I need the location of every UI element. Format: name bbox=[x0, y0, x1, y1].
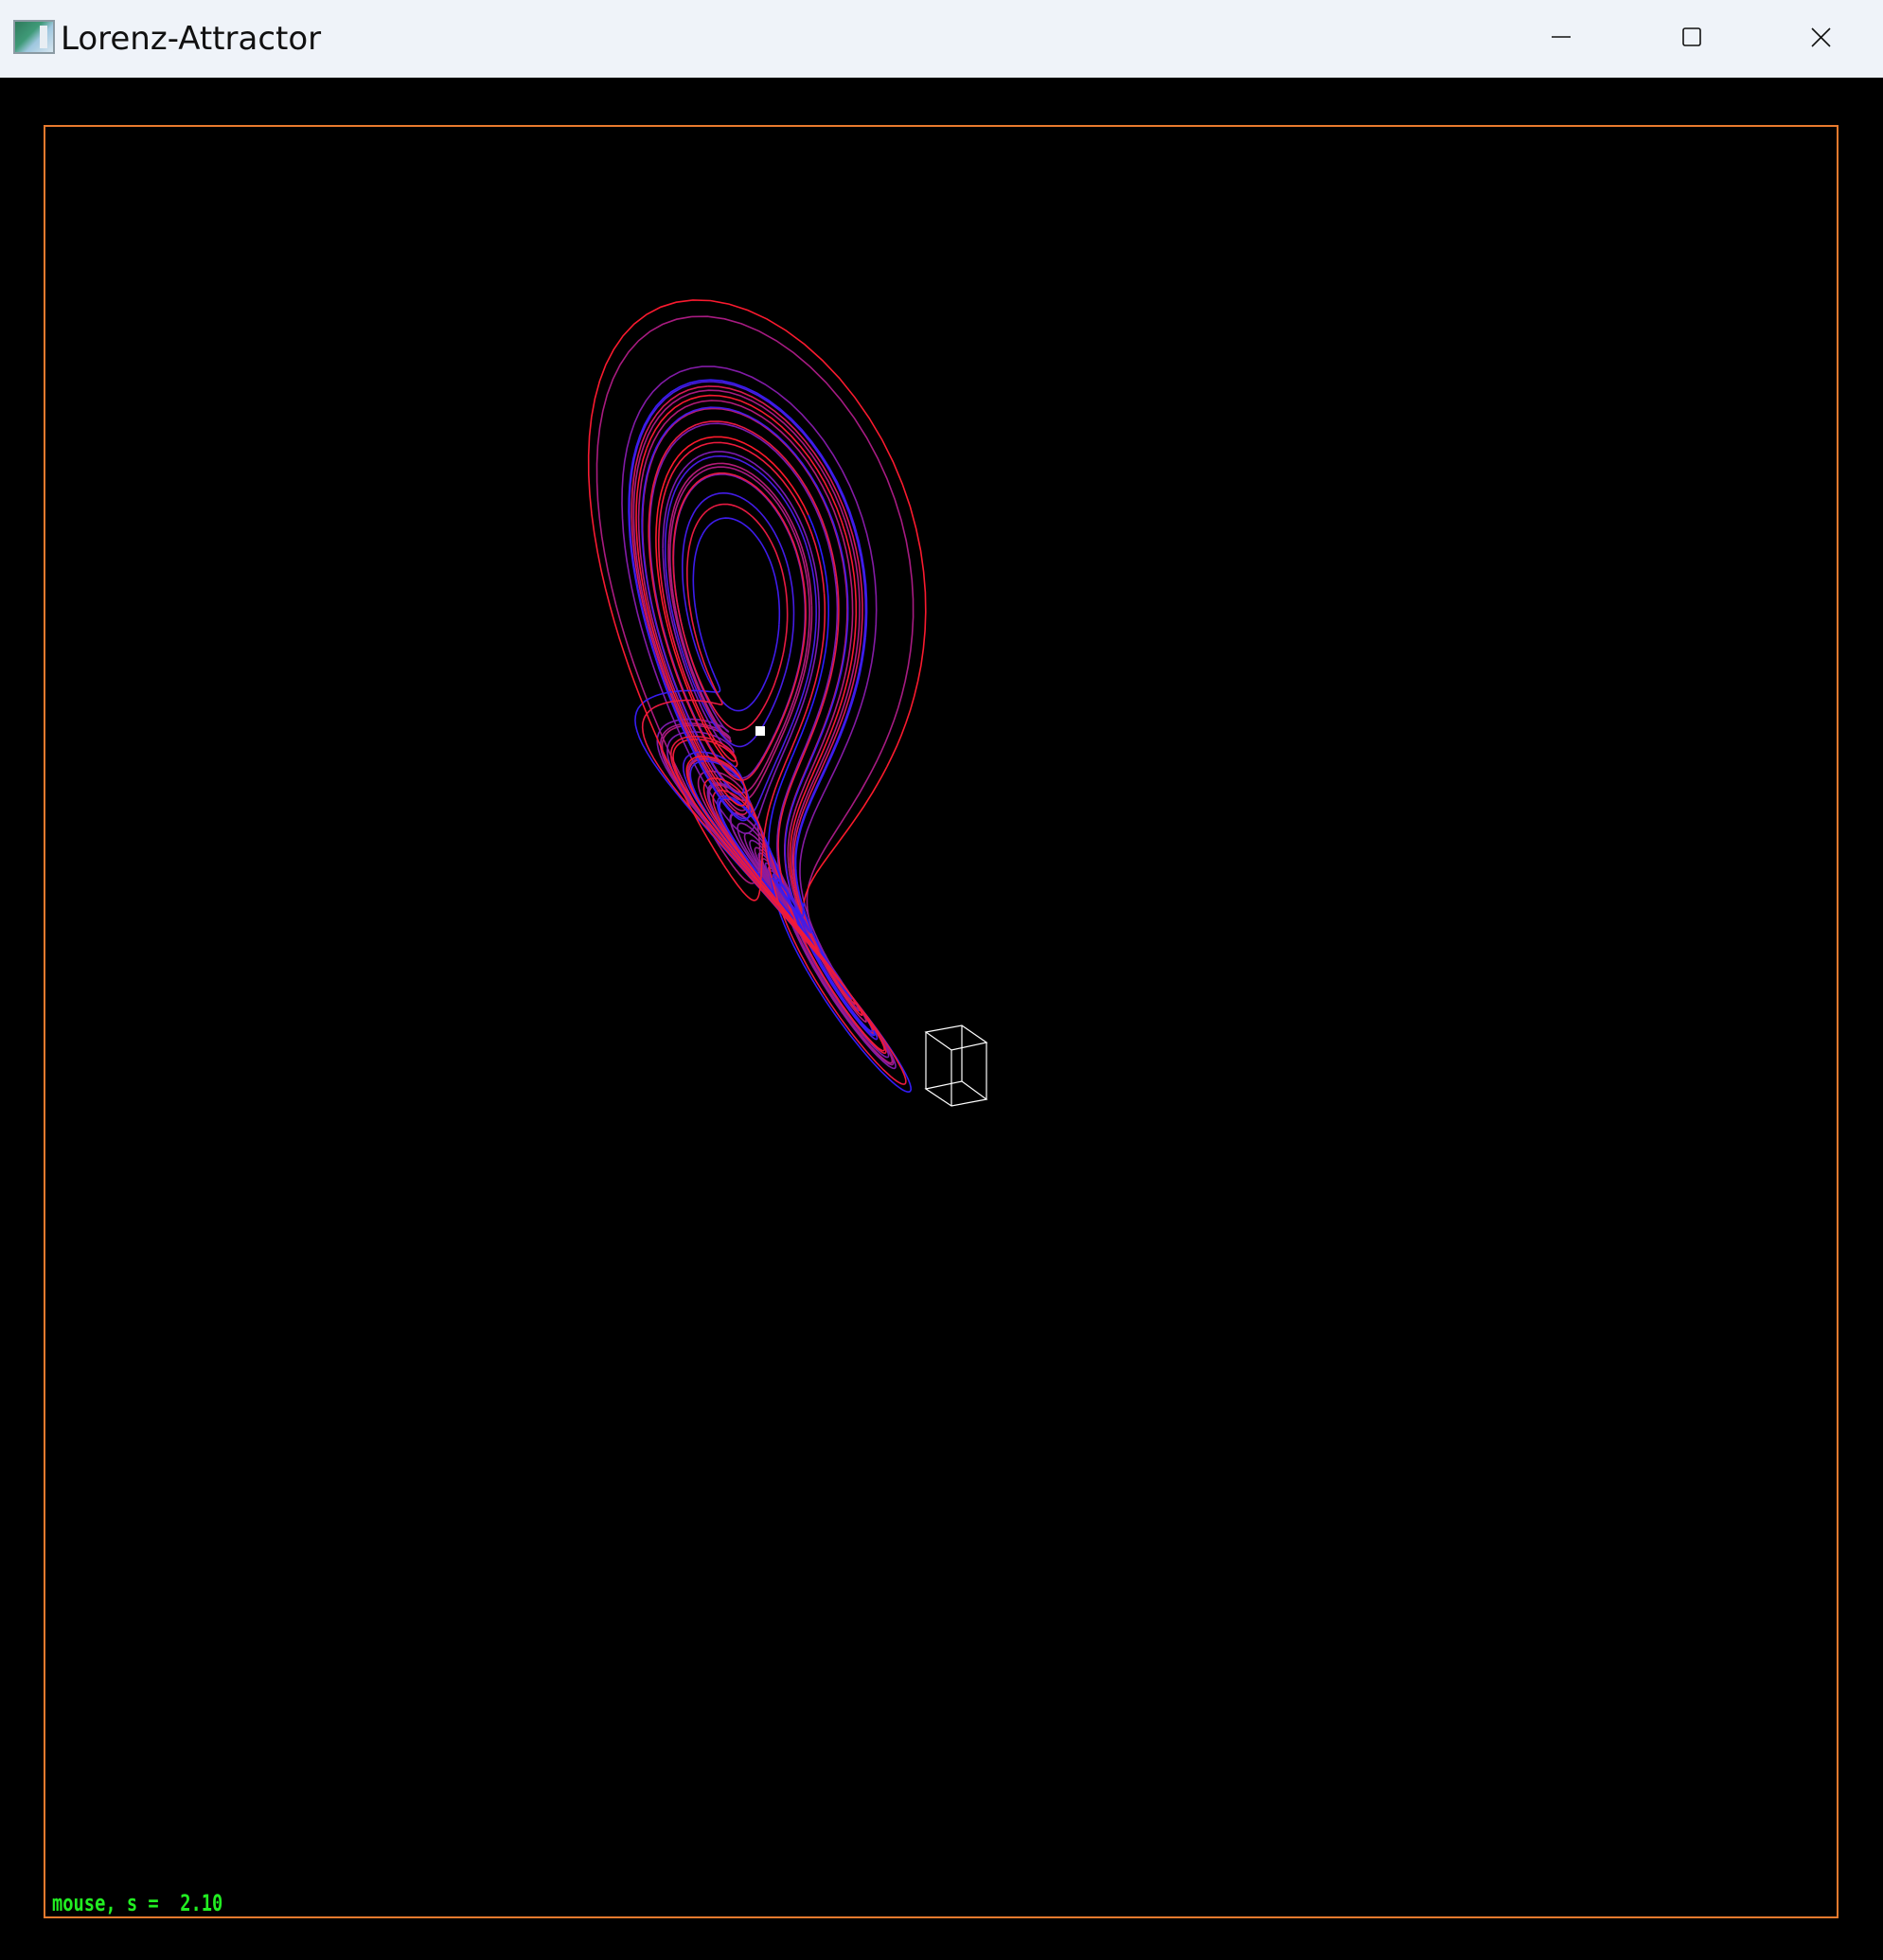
trajectory-segment bbox=[595, 315, 700, 811]
status-readout: mouse, s = 2.10 bbox=[52, 1890, 223, 1916]
trajectory-segment bbox=[672, 473, 804, 582]
minimize-button[interactable] bbox=[1496, 0, 1626, 74]
title-bar[interactable]: Lorenz-Attractor bbox=[0, 0, 1883, 78]
orientation-cube-icon bbox=[924, 1025, 988, 1107]
attractor-trajectory bbox=[587, 299, 927, 1094]
render-viewport[interactable]: mouse, s = 2.10 bbox=[0, 78, 1883, 1960]
close-icon bbox=[1811, 27, 1831, 47]
maximize-button[interactable] bbox=[1626, 0, 1757, 74]
lorenz-attractor-plot[interactable] bbox=[0, 78, 1883, 1960]
app-window: Lorenz-Attractor mouse, s = 2.10 bbox=[0, 0, 1883, 1960]
application-window-icon bbox=[13, 20, 55, 54]
maximize-icon bbox=[1682, 27, 1701, 46]
close-button[interactable] bbox=[1756, 0, 1883, 74]
window-title: Lorenz-Attractor bbox=[61, 20, 322, 58]
trajectory-segment bbox=[732, 654, 784, 731]
trajectory-segment bbox=[692, 535, 717, 679]
trajectory-segment bbox=[759, 580, 807, 764]
trajectory-segment bbox=[806, 822, 843, 922]
minimize-icon bbox=[1552, 36, 1571, 38]
trajectory-segment bbox=[735, 624, 780, 712]
trajectory-segment bbox=[701, 517, 781, 625]
current-point-marker bbox=[755, 726, 765, 736]
trajectory-segment bbox=[641, 407, 848, 622]
